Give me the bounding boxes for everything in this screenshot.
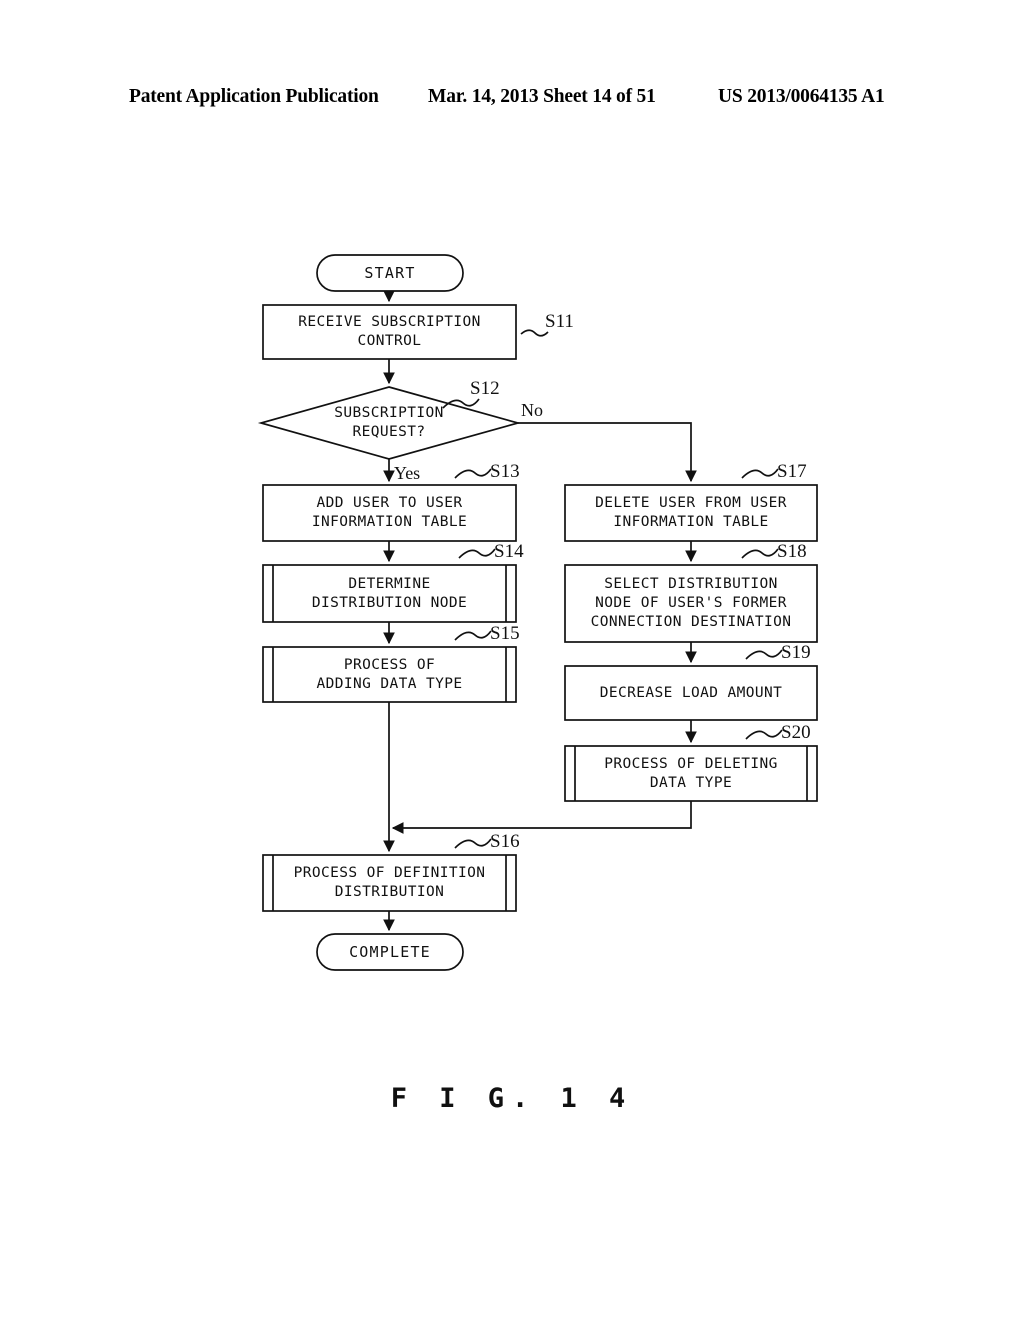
step-tag-s17: S17 [777,461,807,482]
leader-s17 [741,468,779,479]
node-s17-shape [564,484,818,542]
branch-label-no: No [521,400,543,420]
step-tag-s20: S20 [781,722,811,743]
leader-s11 [520,329,549,337]
connector-s20-to-merge [391,801,692,834]
step-tag-s13: S13 [490,461,520,482]
node-s11-shape [262,304,517,360]
node-s19-shape [564,665,818,721]
step-tag-s19: S19 [781,642,811,663]
leader-s14 [458,548,496,559]
node-s15-shape [262,646,517,703]
step-tag-s16: S16 [490,831,520,852]
node-s18-shape [564,564,818,643]
step-tag-s11: S11 [545,311,574,332]
step-tag-s15: S15 [490,623,520,644]
leader-s15 [454,630,492,641]
node-s20-shape [564,745,818,802]
node-s16-shape [262,854,517,912]
node-complete-shape [316,933,464,971]
step-tag-s18: S18 [777,541,807,562]
node-s14-shape [262,564,517,623]
node-start-shape [316,254,464,292]
step-tag-s14: S14 [494,541,524,562]
leader-s19 [745,649,783,660]
leader-s18 [741,548,779,559]
branch-label-yes: Yes [394,463,421,483]
connector-no-branch [518,422,697,483]
node-s13-shape [262,484,517,542]
step-tag-s12: S12 [470,378,500,399]
leader-s13 [454,468,492,479]
figure-caption: F I G. 1 4 [390,1083,634,1114]
flowchart-diagram [257,254,818,971]
leader-s20 [745,729,783,740]
leader-s16 [454,838,492,849]
